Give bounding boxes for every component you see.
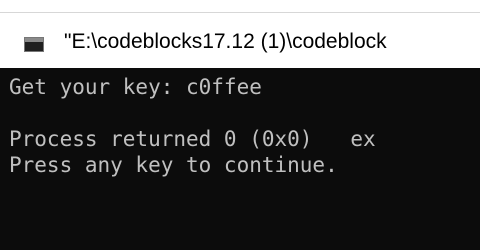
console-output-area[interactable]: Get your key: c0ffee Process returned 0 … (0, 68, 480, 250)
background-window-strip (0, 0, 480, 12)
console-title-bar[interactable]: "E:\codeblocks17.12 (1)\codeblock (0, 12, 480, 69)
console-app-icon[interactable] (24, 37, 44, 52)
console-line-process-returned: Process returned 0 (0x0) ex (9, 127, 376, 151)
console-line-key: Get your key: c0ffee (9, 75, 262, 99)
console-line-press-any-key: Press any key to continue. (9, 153, 338, 177)
window-title: "E:\codeblocks17.12 (1)\codeblock (64, 30, 387, 53)
